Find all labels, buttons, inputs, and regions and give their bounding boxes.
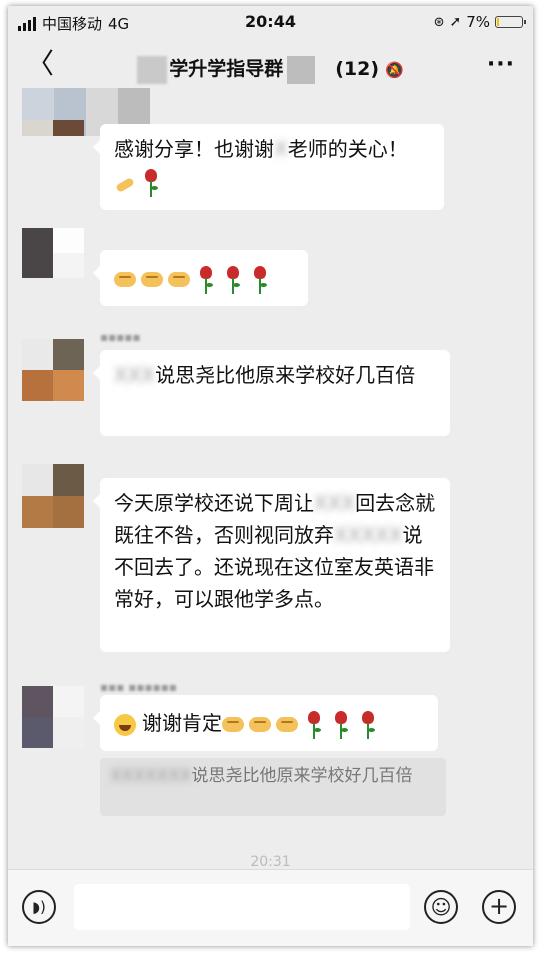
handshake-emoji [141, 272, 163, 287]
message-bubble: 谢谢肯定 [93, 695, 438, 751]
message-text: 今天原学校还说下周让 [114, 491, 314, 515]
message-text: 说思尧比他原来学校好几百倍 [155, 363, 416, 387]
message-input[interactable] [74, 884, 410, 930]
quoted-message[interactable]: XXXXXXX说思尧比他原来学校好几百倍 [100, 758, 446, 816]
message-bubble [93, 250, 308, 306]
handshake-emoji [168, 272, 190, 287]
rose-emoji [249, 265, 271, 294]
sender-name: ▪▪▪ ▪▪▪▪▪▪ [100, 680, 178, 694]
avatar[interactable] [22, 120, 84, 152]
avatar[interactable] [22, 339, 84, 401]
emoji-button[interactable]: ☺ [424, 890, 458, 924]
message-text: 谢谢肯定 [142, 711, 222, 735]
location-icon: ➚ [449, 14, 462, 30]
handshake-emoji [276, 717, 298, 732]
voice-input-button[interactable]: ◗) [22, 890, 56, 924]
avatar[interactable] [22, 464, 84, 528]
avatar[interactable] [22, 228, 84, 278]
redacted-text: XXX [114, 363, 156, 387]
rose-emoji [140, 168, 162, 197]
rose-emoji [357, 710, 379, 739]
message-bubble: 今天原学校还说下周让XXX回去念就既往不咎，否则视同放弃XXXXX说不回去了。还… [93, 478, 450, 652]
message-bubble: XXX说思尧比他原来学校好几百倍 [93, 350, 450, 436]
rose-emoji [303, 710, 325, 739]
redacted-block [287, 55, 316, 84]
handshake-emoji [249, 717, 271, 732]
battery-icon [495, 16, 526, 28]
rose-emoji [195, 265, 217, 294]
status-bar: 中国移动 4G 20:44 ⊛ ➚ 7% [8, 6, 533, 38]
group-name: 学升学指导群 [169, 58, 284, 80]
mute-bell-icon: 🔕 [385, 61, 404, 79]
lock-rotation-icon: ⊛ [433, 14, 445, 30]
rose-emoji [222, 265, 244, 294]
chat-header: 〈 学升学指导群 (12) 🔕 ··· [8, 38, 533, 94]
more-button[interactable]: ··· [487, 52, 515, 77]
chat-title: 学升学指导群 (12) 🔕 [8, 54, 533, 84]
handshake-emoji [222, 717, 244, 732]
rose-emoji [330, 710, 352, 739]
member-count: (12) [335, 58, 380, 80]
tears-of-joy-emoji [114, 713, 136, 736]
redacted-text: X [274, 137, 288, 161]
input-bar: ◗) ☺ + [8, 869, 533, 946]
redacted-text: XXXXX [334, 523, 403, 547]
quote-text: 说思尧比他原来学校好几百倍 [191, 766, 413, 786]
status-right: ⊛ ➚ 7% [433, 13, 526, 31]
redacted-text: XXXXXXX [110, 766, 192, 786]
avatar[interactable] [22, 686, 84, 748]
redacted-block [137, 55, 168, 84]
plus-button[interactable]: + [482, 890, 516, 924]
message-bubble: 感谢分享！也谢谢X老师的关心！ [93, 124, 444, 210]
timestamp: 20:31 [250, 854, 291, 870]
phone-screen: 中国移动 4G 20:44 ⊛ ➚ 7% 〈 学升学指导群 (12) 🔕 ··· 感… [8, 6, 533, 946]
message-text: 感谢分享！也谢谢 [114, 137, 274, 161]
redacted-text: XXX [314, 491, 356, 515]
battery-percent: 7% [466, 13, 490, 31]
praying-hands-emoji [114, 173, 136, 193]
message-text: 老师的关心！ [287, 137, 408, 161]
sender-name: ▪▪▪▪▪ [100, 330, 141, 344]
handshake-emoji [114, 272, 136, 287]
